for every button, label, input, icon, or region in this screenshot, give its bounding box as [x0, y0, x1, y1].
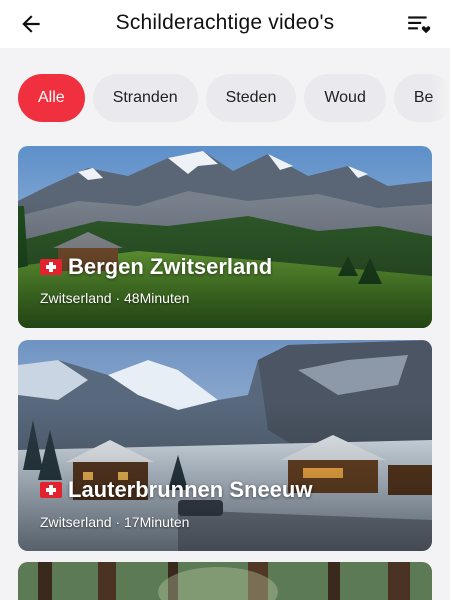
favorites-button[interactable]	[402, 7, 436, 41]
video-title: Lauterbrunnen Sneeuw	[40, 477, 312, 503]
arrow-left-icon	[22, 15, 40, 33]
category-filter-bar: Alle Stranden Steden Woud Be	[0, 74, 450, 126]
swiss-flag-icon	[40, 259, 62, 275]
video-title-text: Lauterbrunnen Sneeuw	[68, 477, 313, 502]
top-app-bar: Schilderachtige video's	[0, 0, 450, 48]
video-card[interactable]: Lauterbrunnen Sneeuw Zwitserland · 17Min…	[18, 340, 432, 551]
filter-chip-alle[interactable]: Alle	[18, 74, 85, 122]
video-card[interactable]	[18, 562, 432, 600]
video-meta: Zwitserland · 17Minuten	[40, 514, 190, 530]
swiss-flag-icon	[40, 482, 62, 498]
filter-chip-woud[interactable]: Woud	[304, 74, 386, 122]
forest-thumbnail	[18, 562, 432, 600]
playlist-heart-icon	[408, 16, 431, 34]
filter-chip-stranden[interactable]: Stranden	[92, 74, 198, 122]
filter-chip-steden[interactable]: Steden	[205, 74, 297, 122]
filter-scroll-fade	[430, 74, 450, 126]
video-card[interactable]: Bergen Zwitserland Zwitserland · 48Minut…	[18, 146, 432, 328]
page-title: Schilderachtige video's	[115, 11, 335, 34]
video-title: Bergen Zwitserland	[40, 254, 272, 280]
back-button[interactable]	[14, 7, 48, 41]
video-meta: Zwitserland · 48Minuten	[40, 290, 190, 306]
video-title-text: Bergen Zwitserland	[68, 254, 273, 279]
